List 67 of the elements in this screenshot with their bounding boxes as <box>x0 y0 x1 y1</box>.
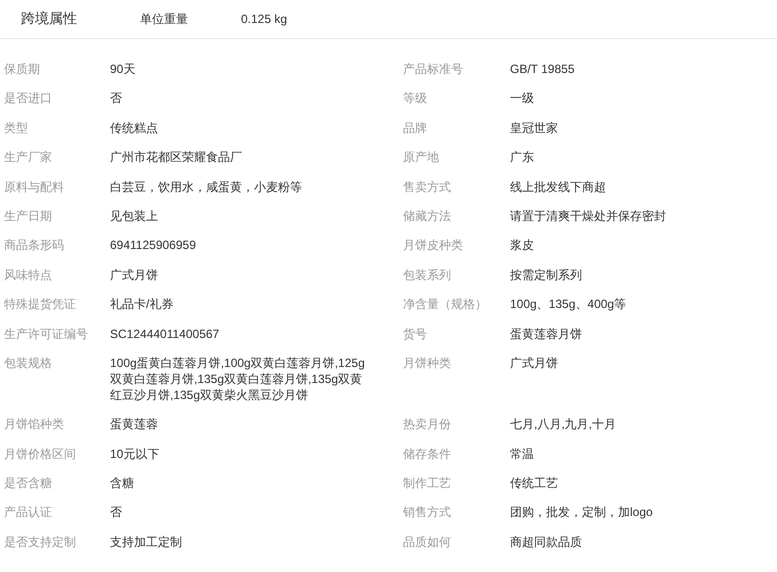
attribute-label: 月饼价格区间 <box>4 446 76 461</box>
attribute-label: 储藏方法 <box>403 208 451 223</box>
attribute-label: 货号 <box>403 326 427 341</box>
attribute-value: 0.125 kg <box>241 12 288 26</box>
attribute-label: 售卖方式 <box>403 180 451 194</box>
attribute-value: 否 <box>110 505 122 520</box>
attribute-value: 支持加工定制 <box>110 534 182 549</box>
attribute-value: SC12444011400567 <box>110 326 220 341</box>
attribute-label: 是否进口 <box>4 91 52 106</box>
attribute-label: 储存条件 <box>403 446 451 461</box>
attribute-value: 团购，批发，定制，加logo <box>510 505 653 520</box>
attribute-value: 七月,八月,九月,十月 <box>510 417 616 432</box>
attribute-label: 特殊提货凭证 <box>4 297 76 312</box>
attribute-value: 皇冠世家 <box>510 120 558 135</box>
attribute-value: 广式月饼 <box>110 268 158 282</box>
attribute-value: 蛋黄莲蓉 <box>110 417 158 432</box>
attribute-label: 等级 <box>403 91 427 106</box>
attribute-value: GB/T 19855 <box>510 62 574 76</box>
attribute-value: 商超同款品质 <box>510 534 582 549</box>
attribute-label: 销售方式 <box>403 505 451 520</box>
attribute-label: 净含量（规格） <box>403 297 487 312</box>
attribute-label: 月饼种类 <box>403 356 451 370</box>
attribute-value: 90天 <box>110 62 136 76</box>
attribute-label: 生产日期 <box>4 208 52 223</box>
attribute-label: 风味特点 <box>4 268 52 282</box>
attribute-value: 100g、135g、400g等 <box>510 297 626 312</box>
attribute-label: 是否含糖 <box>4 476 52 490</box>
attribute-label: 品牌 <box>403 120 427 135</box>
attribute-value: 否 <box>110 91 122 106</box>
attribute-label: 产品认证 <box>4 505 52 520</box>
attribute-value: 白芸豆，饮用水，咸蛋黄，小麦粉等 <box>110 180 302 194</box>
attribute-value: 6941125906959 <box>110 238 196 252</box>
attribute-value: 蛋黄莲蓉月饼 <box>510 326 582 341</box>
attribute-label: 制作工艺 <box>403 476 451 490</box>
attribute-label: 保质期 <box>4 62 40 76</box>
attribute-value: 见包装上 <box>110 208 158 223</box>
attribute-value: 按需定制系列 <box>510 268 582 282</box>
attribute-label: 原料与配料 <box>4 180 64 194</box>
attribute-value: 广州市花都区荣耀食品厂 <box>110 150 242 164</box>
attribute-value: 传统糕点 <box>110 120 158 135</box>
attribute-label: 原产地 <box>403 150 439 164</box>
attribute-value: 含糖 <box>110 476 134 490</box>
attribute-label: 产品标准号 <box>403 62 463 76</box>
attribute-value: 请置于清爽干燥处并保存密封 <box>510 208 666 223</box>
attribute-value: 礼品卡/礼券 <box>110 297 174 312</box>
attribute-label: 商品条形码 <box>4 238 64 252</box>
attribute-value: 100g蛋黄白莲蓉月饼,100g双黄白莲蓉月饼,125g双黄白莲蓉月饼,135g双黄白莲蓉月饼,135g双黄红豆沙月饼,135g双黄柴火黑豆沙月饼 <box>110 356 365 402</box>
attribute-value: 一级 <box>510 91 534 106</box>
attribute-label: 包装系列 <box>403 268 451 282</box>
attribute-label: 生产许可证编号 <box>4 326 88 341</box>
attribute-value: 线上批发线下商超 <box>510 180 606 194</box>
attribute-value: 10元以下 <box>110 446 160 461</box>
section-title: 跨境属性 <box>21 10 78 28</box>
attribute-value: 常温 <box>510 446 534 461</box>
attribute-value: 浆皮 <box>510 238 534 252</box>
attribute-label: 是否支持定制 <box>4 534 76 549</box>
attribute-label: 热卖月份 <box>403 417 451 432</box>
attribute-label: 月饼皮种类 <box>403 238 463 252</box>
attribute-label: 生产厂家 <box>4 150 52 164</box>
attribute-value: 广式月饼 <box>510 356 558 370</box>
attribute-label: 类型 <box>4 120 28 135</box>
attribute-label: 月饼馅种类 <box>4 417 64 432</box>
attribute-label: 品质如何 <box>403 534 451 549</box>
attribute-value: 传统工艺 <box>510 476 558 490</box>
attribute-label: 包装规格 <box>4 356 52 370</box>
attribute-label: 单位重量 <box>140 10 189 28</box>
attribute-value: 广东 <box>510 150 534 164</box>
